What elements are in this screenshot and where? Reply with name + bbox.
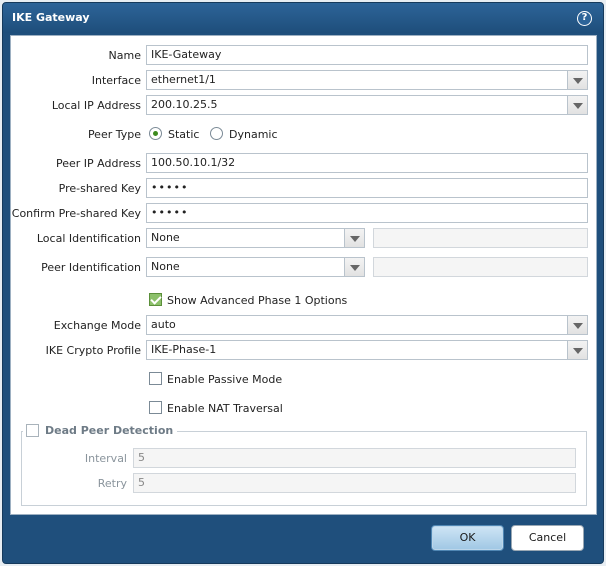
local-ip-label: Local IP Address xyxy=(51,99,141,112)
interface-select[interactable]: ethernet1/1 xyxy=(146,70,588,90)
peer-ip-input[interactable]: 100.50.10.1/32 xyxy=(146,153,588,173)
exchange-mode-select[interactable]: auto xyxy=(146,315,588,335)
passive-mode-label[interactable]: Enable Passive Mode xyxy=(167,373,282,386)
dead-peer-detection-label[interactable]: Dead Peer Detection xyxy=(45,424,173,437)
local-identification-value[interactable]: None xyxy=(146,228,345,248)
nat-traversal-label[interactable]: Enable NAT Traversal xyxy=(167,402,283,415)
peer-identification-select[interactable]: None xyxy=(146,257,365,277)
exchange-mode-label: Exchange Mode xyxy=(53,319,141,332)
local-ip-value[interactable]: 200.10.25.5 xyxy=(146,95,568,115)
ok-button[interactable]: OK xyxy=(431,525,504,551)
peer-ip-label: Peer IP Address xyxy=(56,157,141,170)
local-ip-select[interactable]: 200.10.25.5 xyxy=(146,95,588,115)
peer-type-dynamic-label[interactable]: Dynamic xyxy=(229,128,278,141)
confirm-key-input[interactable]: ••••• xyxy=(146,203,588,223)
name-label: Name xyxy=(108,49,141,62)
interface-value[interactable]: ethernet1/1 xyxy=(146,70,568,90)
show-advanced-label[interactable]: Show Advanced Phase 1 Options xyxy=(167,294,347,307)
interval-label: Interval xyxy=(84,452,127,465)
ike-crypto-profile-select[interactable]: IKE-Phase-1 xyxy=(146,340,588,360)
chevron-down-icon[interactable] xyxy=(568,70,588,90)
nat-traversal-checkbox[interactable] xyxy=(149,401,162,414)
ike-crypto-profile-value[interactable]: IKE-Phase-1 xyxy=(146,340,568,360)
ike-crypto-profile-label: IKE Crypto Profile xyxy=(45,344,141,357)
interval-input: 5 xyxy=(133,448,576,468)
peer-type-static-radio[interactable] xyxy=(149,127,162,140)
ike-gateway-dialog: IKE Gateway ? Name IKE-Gateway Interface… xyxy=(2,2,604,564)
dialog-title: IKE Gateway xyxy=(12,11,90,24)
peer-type-dynamic-radio[interactable] xyxy=(210,127,223,140)
peer-identification-value[interactable]: None xyxy=(146,257,345,277)
dead-peer-detection-checkbox[interactable] xyxy=(26,424,39,437)
local-identification-label: Local Identification xyxy=(36,232,141,245)
help-icon[interactable]: ? xyxy=(577,11,592,26)
name-input[interactable]: IKE-Gateway xyxy=(146,45,588,65)
passive-mode-checkbox[interactable] xyxy=(149,372,162,385)
preshared-key-input[interactable]: ••••• xyxy=(146,178,588,198)
retry-input: 5 xyxy=(133,473,576,493)
retry-label: Retry xyxy=(97,477,127,490)
interface-label: Interface xyxy=(91,74,141,87)
confirm-key-label: Confirm Pre-shared Key xyxy=(11,207,141,220)
exchange-mode-value[interactable]: auto xyxy=(146,315,568,335)
local-identification-extra-input xyxy=(373,228,588,248)
chevron-down-icon[interactable] xyxy=(345,228,365,248)
dead-peer-detection-legend: Dead Peer Detection xyxy=(23,423,178,439)
chevron-down-icon[interactable] xyxy=(568,315,588,335)
local-identification-select[interactable]: None xyxy=(146,228,365,248)
dialog-body: Name IKE-Gateway Interface ethernet1/1 L… xyxy=(10,35,597,515)
chevron-down-icon[interactable] xyxy=(568,340,588,360)
preshared-key-label: Pre-shared Key xyxy=(58,182,141,195)
cancel-button[interactable]: Cancel xyxy=(511,525,584,551)
peer-identification-extra-input xyxy=(373,257,588,277)
peer-identification-label: Peer Identification xyxy=(41,261,141,274)
dead-peer-detection-group xyxy=(21,431,587,506)
chevron-down-icon[interactable] xyxy=(345,257,365,277)
show-advanced-checkbox[interactable] xyxy=(149,293,162,306)
peer-type-label: Peer Type xyxy=(87,128,141,141)
chevron-down-icon[interactable] xyxy=(568,95,588,115)
dialog-titlebar[interactable]: IKE Gateway ? xyxy=(3,3,603,33)
peer-type-static-label[interactable]: Static xyxy=(168,128,199,141)
